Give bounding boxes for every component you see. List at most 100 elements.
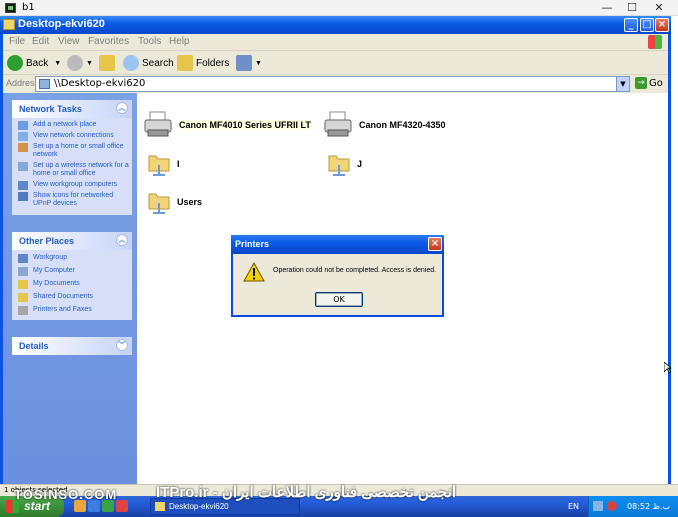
panel-header[interactable]: Network Tasks ︽ (12, 100, 132, 118)
folders-button[interactable]: Folders (177, 54, 229, 72)
go-button[interactable]: → Go (635, 77, 663, 89)
window-maximize-button[interactable]: □ (640, 18, 654, 32)
workgroup-icon (18, 254, 28, 263)
watermark-right: انجمن تخصصی فناوری اطلاعات ایران - ITPro… (156, 484, 457, 501)
panel-header[interactable]: Other Places ︽ (12, 232, 132, 250)
details-panel: Details ︾ (12, 337, 132, 355)
ok-button[interactable]: OK (315, 292, 363, 307)
search-button[interactable]: Search (123, 54, 174, 72)
task-link[interactable]: View workgroup computers (12, 181, 132, 190)
printer-icon (18, 306, 28, 315)
collapse-icon[interactable]: ︽ (116, 102, 128, 114)
dialog-close-button[interactable]: × (428, 237, 442, 251)
task-link[interactable]: Add a network place (12, 121, 132, 130)
task-label: Add a network place (33, 121, 97, 128)
shared-folder-icon (148, 193, 170, 214)
address-input[interactable]: \\Desktop-ekvi620 ▼ (35, 76, 630, 92)
menu-view[interactable]: View (58, 36, 80, 47)
close-button[interactable]: ✕ (648, 1, 670, 15)
wireless-icon (18, 162, 28, 171)
other-places-panel: Other Places ︽ Workgroup My Computer My … (12, 232, 132, 320)
task-label: Show icons for networked UPnP devices (33, 192, 114, 207)
place-link[interactable]: Printers and Faxes (12, 306, 132, 315)
printer-item[interactable]: Canon MF4320-4350 (323, 111, 446, 139)
folder-icon (155, 502, 165, 511)
views-button[interactable]: ▼ (236, 54, 262, 72)
back-button[interactable]: Back ▼ (7, 54, 61, 72)
task-label: Set up a wireless network for a home or … (33, 162, 129, 177)
collapse-icon[interactable]: ︽ (116, 234, 128, 246)
home-network-icon (18, 143, 28, 152)
window-close-button[interactable]: × (655, 18, 669, 32)
task-pane: Network Tasks ︽ Add a network place View… (3, 93, 137, 496)
expand-icon[interactable]: ︾ (116, 339, 128, 351)
app-icon (5, 3, 16, 13)
panel-title: Details (19, 341, 49, 351)
menu-file[interactable]: File (9, 36, 25, 47)
window-minimize-button[interactable]: _ (624, 18, 638, 32)
folder-icon (18, 293, 28, 302)
task-label: View network connections (33, 132, 114, 139)
folders-label: Folders (196, 57, 230, 69)
network-place-icon (18, 121, 28, 130)
task-link[interactable]: Show icons for networked UPnP devices (12, 192, 132, 208)
item-label: I (177, 159, 180, 169)
forward-button[interactable]: ▼ (67, 54, 93, 72)
place-label: Shared Documents (33, 293, 93, 300)
menu-tools[interactable]: Tools (138, 36, 161, 47)
address-value: \\Desktop-ekvi620 (54, 78, 146, 89)
language-indicator[interactable]: EN (568, 502, 579, 511)
printer-item[interactable]: Canon MF4010 Series UFRII LT (143, 111, 311, 139)
place-link[interactable]: Workgroup (12, 254, 132, 263)
menu-bar: File Edit View Favorites Tools Help (3, 34, 668, 51)
shared-folder-icon (148, 155, 170, 176)
menu-favorites[interactable]: Favorites (88, 36, 129, 47)
host-titlebar: b1 — ☐ ✕ (0, 0, 678, 16)
watermark-overlay: TOSINSO.COM انجمن تخصصی فناوری اطلاعات ا… (0, 483, 678, 503)
place-link[interactable]: Shared Documents (12, 293, 132, 302)
printer-icon (324, 111, 352, 137)
shared-folder-item[interactable]: I (147, 151, 180, 177)
toolbar: Back ▼ ▼ Search Folders ▼ (3, 51, 668, 75)
address-dropdown-button[interactable]: ▼ (616, 77, 629, 91)
clock[interactable]: 08:52 ب.ظ (627, 502, 670, 511)
back-arrow-icon (7, 55, 23, 71)
error-dialog: Printers × Operation could not be comple… (231, 235, 444, 317)
menu-edit[interactable]: Edit (32, 36, 49, 47)
dropdown-arrow-icon: ▼ (86, 59, 93, 67)
place-label: Printers and Faxes (33, 306, 92, 313)
forward-arrow-icon (67, 55, 83, 71)
menu-help[interactable]: Help (169, 36, 190, 47)
search-icon (123, 55, 139, 71)
dialog-message: Operation could not be completed. Access… (273, 267, 437, 274)
maximize-button[interactable]: ☐ (621, 1, 643, 15)
item-label: Canon MF4010 Series UFRII LT (179, 120, 311, 130)
place-label: Workgroup (33, 254, 68, 261)
up-folder-button[interactable] (99, 54, 118, 72)
place-label: My Documents (33, 280, 80, 287)
window-titlebar: Desktop-ekvi620 _ □ × (0, 16, 671, 34)
place-link[interactable]: My Computer (12, 267, 132, 276)
item-label: Users (177, 197, 203, 207)
network-tasks-panel: Network Tasks ︽ Add a network place View… (12, 100, 132, 215)
task-link[interactable]: View network connections (12, 132, 132, 141)
printer-icon (144, 111, 172, 137)
item-label: J (357, 159, 363, 169)
task-label: View workgroup computers (33, 181, 118, 188)
minimize-button[interactable]: — (596, 1, 618, 15)
shared-folder-item[interactable]: J (327, 151, 362, 177)
panel-title: Other Places (19, 236, 75, 246)
place-link[interactable]: My Documents (12, 280, 132, 289)
mouse-cursor-icon (664, 362, 672, 374)
address-bar: Address \\Desktop-ekvi620 ▼ → Go (3, 75, 668, 93)
warning-icon (243, 262, 265, 282)
search-label: Search (142, 57, 174, 69)
task-link[interactable]: Set up a home or small office network (12, 143, 132, 159)
shared-folder-item[interactable]: Users (147, 189, 202, 215)
my-computer-icon (18, 267, 28, 276)
go-label: Go (649, 77, 663, 89)
folder-icon (18, 280, 28, 289)
panel-header[interactable]: Details ︾ (12, 337, 132, 355)
task-link[interactable]: Set up a wireless network for a home or … (12, 162, 132, 178)
place-label: My Computer (33, 267, 76, 274)
